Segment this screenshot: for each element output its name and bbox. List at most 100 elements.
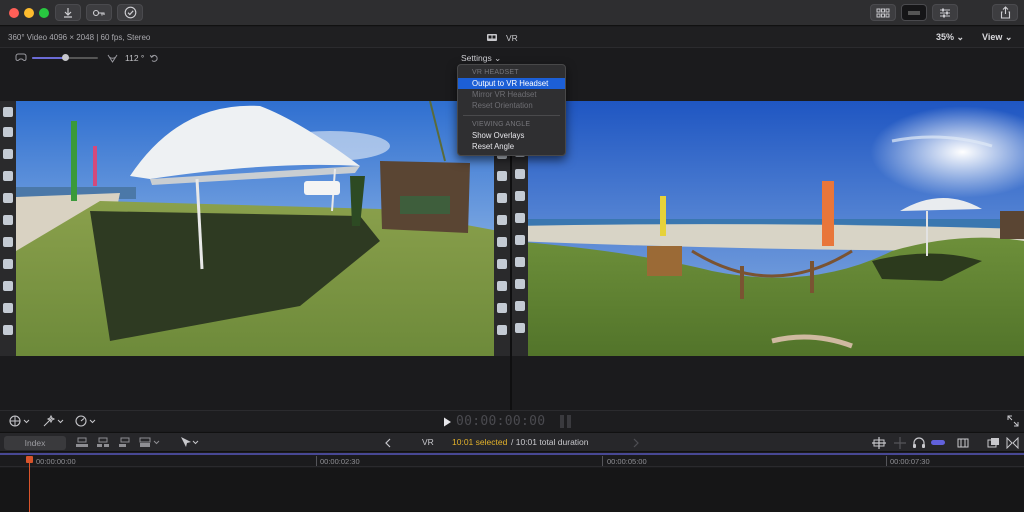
audio-meter-icon[interactable]	[558, 414, 574, 429]
background-tasks-button[interactable]	[117, 4, 143, 21]
slider-knob[interactable]	[61, 54, 69, 61]
select-tool-icon[interactable]	[178, 436, 200, 449]
insert-clip-icon[interactable]	[96, 437, 110, 448]
keywords-button[interactable]	[86, 4, 112, 21]
field-of-view-slider[interactable]	[32, 54, 98, 61]
film-hole	[3, 325, 13, 335]
zoom-popup[interactable]: 35% ⌄	[936, 32, 964, 43]
retime-popup[interactable]	[74, 414, 96, 430]
index-button[interactable]: Index	[4, 436, 66, 450]
timeline-icon	[908, 10, 920, 15]
close-window-button[interactable]	[9, 8, 19, 18]
zoom-value: 35%	[936, 32, 955, 42]
ruler-label: 00:00:07:30	[890, 457, 930, 466]
film-hole	[515, 279, 525, 289]
view-menu-label: View	[982, 32, 1003, 42]
browser-layout-button[interactable]	[870, 4, 896, 21]
menu-header-viewing-angle: VIEWING ANGLE	[472, 121, 531, 128]
slider-fill	[32, 57, 65, 59]
overwrite-clip-icon[interactable]	[139, 437, 161, 448]
menu-item-mirror-vr-headset: Mirror VR Headset	[472, 90, 537, 99]
skimming-icon[interactable]	[871, 437, 887, 449]
timeline-toolbar: Index VR 10:01 selected / 10:01 total du…	[0, 432, 1024, 452]
viewer-right-eye[interactable]	[512, 101, 1024, 356]
append-clip-icon[interactable]	[118, 437, 132, 448]
menu-separator	[463, 115, 560, 116]
film-hole	[515, 257, 525, 267]
film-strip-left	[0, 101, 16, 356]
import-icon	[64, 7, 72, 18]
menu-item-show-overlays[interactable]: Show Overlays	[458, 130, 565, 141]
film-hole	[497, 193, 507, 203]
film-hole	[3, 303, 13, 313]
viewer-project-name: VR	[506, 33, 518, 43]
ruler-tick	[602, 456, 603, 466]
settings-popup-button[interactable]: Settings ⌄	[461, 53, 501, 64]
audio-skimming-icon[interactable]	[892, 437, 908, 449]
film-hole	[3, 171, 13, 181]
transitions-browser-icon[interactable]	[1006, 437, 1019, 449]
vr-headset-icon	[15, 53, 27, 62]
ruler-label: 00:00:05:00	[607, 457, 647, 466]
viewer-transport-bar: 00:00:00:00	[0, 410, 1024, 431]
ruler-label: 00:00:00:00	[36, 457, 76, 466]
fullscreen-icon[interactable]	[1007, 415, 1019, 427]
solo-icon[interactable]	[930, 438, 946, 447]
viewer-left-eye[interactable]	[0, 101, 510, 356]
film-hole	[497, 237, 507, 247]
timecode-display[interactable]: 00:00:00:00	[456, 414, 545, 429]
share-icon	[1000, 6, 1010, 19]
chevron-down-icon: ⌄	[494, 53, 502, 63]
angle-icon	[107, 54, 118, 63]
ruler-tick	[886, 456, 887, 466]
angle-value: 112 °	[125, 53, 145, 63]
film-hole	[515, 191, 525, 201]
settings-label: Settings	[461, 53, 492, 63]
forward-chevron-icon[interactable]	[632, 438, 640, 448]
menu-item-reset-angle[interactable]: Reset Angle	[458, 141, 565, 152]
film-hole	[3, 237, 13, 247]
chevron-down-icon: ⌄	[1004, 32, 1013, 42]
film-hole	[497, 281, 507, 291]
timeline-layout-button[interactable]	[901, 4, 927, 21]
selected-duration: 10:01 selected	[452, 437, 508, 447]
clip-appearance-icon[interactable]	[957, 437, 969, 449]
film-hole	[515, 213, 525, 223]
ruler-label: 00:00:02:30	[320, 457, 360, 466]
view-menu[interactable]: View ⌄	[982, 32, 1012, 43]
back-chevron-icon[interactable]	[384, 438, 392, 448]
connect-clip-icon[interactable]	[75, 437, 89, 448]
timeline-range-bar	[0, 453, 1024, 455]
key-icon	[92, 9, 105, 16]
enhancements-popup[interactable]	[42, 414, 64, 430]
viewer-info-bar: 360° Video 4096 × 2048 | 60 fps, Stereo …	[0, 27, 1024, 48]
play-icon[interactable]	[443, 417, 452, 427]
chevron-down-icon: ⌄	[956, 32, 965, 42]
film-hole	[497, 171, 507, 181]
left-eye-video-frame	[0, 101, 510, 356]
sliders-icon	[940, 8, 950, 17]
menu-item-output-to-vr-headset[interactable]: Output to VR Headset	[458, 78, 565, 89]
import-button[interactable]	[55, 4, 81, 21]
effects-browser-icon[interactable]	[987, 437, 1000, 449]
right-eye-video-frame	[512, 101, 1024, 356]
film-hole	[3, 107, 13, 117]
reset-angle-icon[interactable]	[149, 53, 159, 63]
film-hole	[3, 127, 13, 137]
playhead[interactable]	[29, 457, 30, 512]
share-button[interactable]	[992, 4, 1018, 21]
clip-format-info: 360° Video 4096 × 2048 | 60 fps, Stereo	[8, 33, 151, 42]
viewer-options-popup[interactable]	[8, 414, 30, 430]
film-hole	[515, 169, 525, 179]
minimize-window-button[interactable]	[24, 8, 34, 18]
timeline-ruler[interactable]: 00:00:00:00 00:00:02:30 00:00:05:00 00:0…	[0, 453, 1024, 467]
film-hole	[497, 303, 507, 313]
zoom-window-button[interactable]	[39, 8, 49, 18]
vr-headset-icon	[487, 34, 497, 41]
inspector-layout-button[interactable]	[932, 4, 958, 21]
menu-item-reset-orientation: Reset Orientation	[472, 101, 533, 110]
headphones-icon[interactable]	[912, 436, 926, 449]
timeline-project-name: VR	[422, 437, 434, 447]
speedometer-icon	[75, 415, 96, 427]
timeline-tracks[interactable]	[0, 468, 1024, 512]
